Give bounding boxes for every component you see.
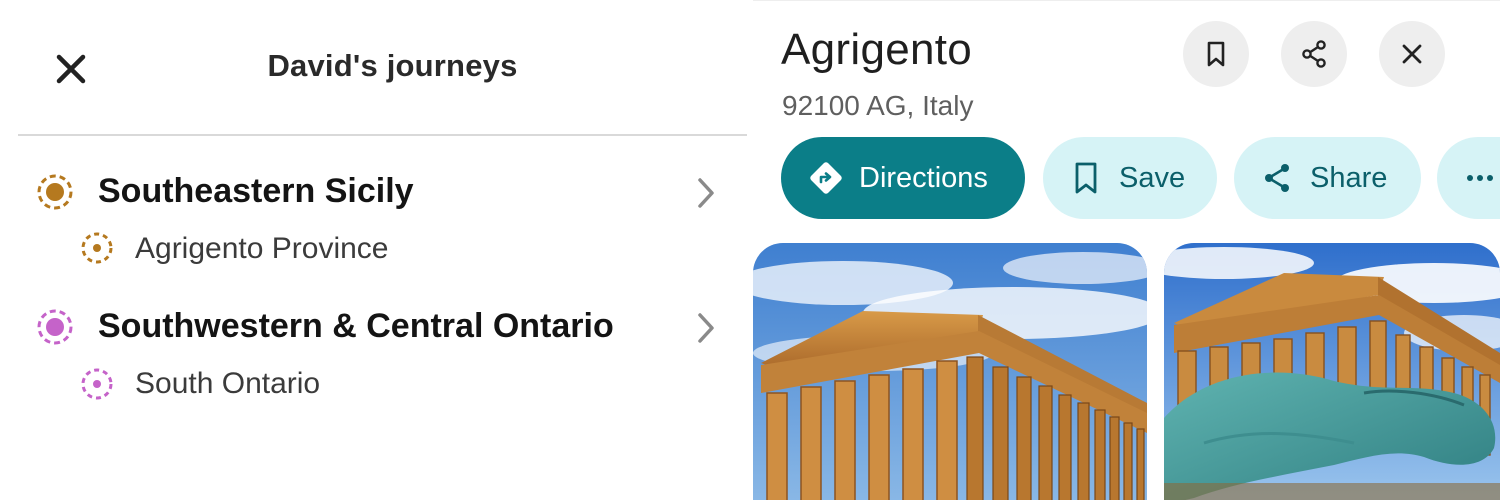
place-panel: Agrigento 92100 AG, Italy Directions Sav…: [753, 0, 1500, 500]
directions-button[interactable]: Directions: [781, 137, 1025, 219]
journey-group-title: Southwestern & Central Ontario: [98, 307, 614, 345]
directions-icon: [807, 159, 845, 197]
temple-image: [753, 243, 1147, 500]
directions-label: Directions: [859, 161, 988, 194]
more-icon: [1465, 173, 1495, 183]
journey-stop-marker-icon: [81, 232, 113, 264]
share-action-button[interactable]: Share: [1234, 137, 1421, 219]
chevron-right-icon: [698, 178, 714, 208]
close-icon: [1402, 44, 1422, 64]
journeys-title: David's journeys: [267, 48, 518, 83]
share-button[interactable]: [1281, 21, 1347, 87]
place-address: 92100 AG, Italy: [782, 90, 974, 121]
share-label: Share: [1310, 161, 1388, 194]
journey-group-southwestern-central-ontario[interactable]: Southwestern & Central Ontario: [0, 297, 750, 357]
journey-stop-marker-icon: [81, 368, 113, 400]
temple-statue-photo[interactable]: [1164, 243, 1500, 500]
more-button[interactable]: [1437, 137, 1500, 219]
journey-group-southeastern-sicily[interactable]: Southeastern Sicily: [0, 162, 750, 222]
bookmark-icon: [1071, 161, 1101, 195]
share-icon: [1260, 161, 1294, 195]
journey-group-title: Southeastern Sicily: [98, 172, 414, 210]
divider: [18, 134, 747, 136]
share-icon: [1302, 40, 1326, 68]
journey-marker-icon: [37, 174, 73, 210]
close-place-button[interactable]: [1379, 21, 1445, 87]
save-label: Save: [1119, 161, 1186, 194]
bookmark-icon: [1207, 41, 1225, 67]
journey-item-label: South Ontario: [135, 367, 321, 400]
temple-statue-image: [1164, 243, 1500, 500]
save-button[interactable]: Save: [1043, 137, 1217, 219]
temple-photo[interactable]: [753, 243, 1147, 500]
journey-item-label: Agrigento Province: [135, 232, 389, 265]
bookmark-button[interactable]: [1183, 21, 1249, 87]
chevron-right-icon: [698, 313, 714, 343]
place-title: Agrigento: [781, 25, 973, 74]
journey-marker-icon: [37, 309, 73, 345]
journeys-panel: David's journeys Southeastern Sicily Agr…: [0, 0, 750, 500]
